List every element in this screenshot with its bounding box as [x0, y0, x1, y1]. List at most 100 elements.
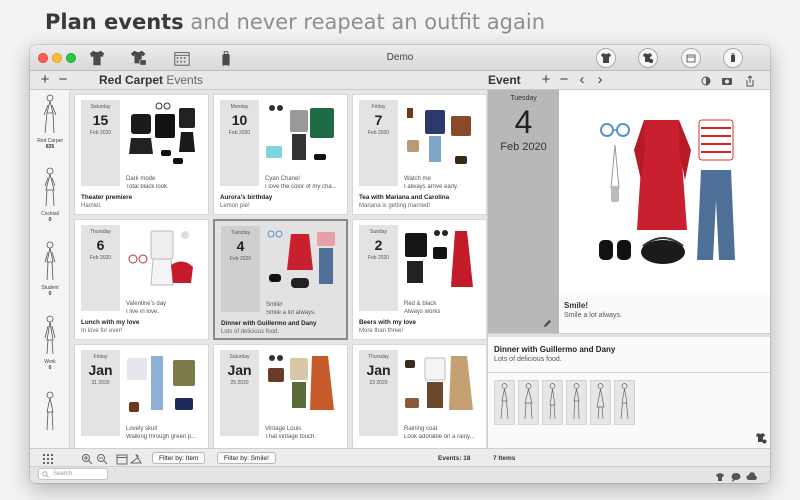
minimize-window-button[interactable]: [52, 53, 62, 63]
event-weekday: Thursday: [368, 354, 389, 360]
divider: [488, 333, 770, 337]
event-year: 2020: [239, 256, 252, 262]
event-date: Friday 7 Feb 2020: [359, 100, 398, 186]
outfit-thumbnail: [262, 100, 342, 170]
category-more[interactable]: [30, 390, 69, 435]
filter-by-item-button[interactable]: Filter by: Item: [152, 452, 206, 464]
event-day: 6: [96, 237, 105, 253]
event-weekday: Tuesday: [231, 230, 250, 236]
add-outfit-icon[interactable]: [755, 431, 767, 444]
event-note-text: I always arrive early.: [404, 184, 459, 190]
add-event-round-button[interactable]: [681, 48, 701, 68]
add-trip-round-button[interactable]: [723, 48, 743, 68]
figure-thumbnail[interactable]: [566, 380, 587, 425]
event-year: 2020: [99, 130, 112, 136]
add-button[interactable]: +: [38, 71, 52, 90]
tshirt-icon[interactable]: [86, 48, 108, 68]
event-card[interactable]: Saturday 15 Feb 2020 Dark mode Total black…: [74, 94, 209, 215]
detail-note-text: Smile a lot always.: [564, 312, 622, 319]
figure-thumbnail[interactable]: [590, 380, 611, 425]
figure-thumbnail[interactable]: [542, 380, 563, 425]
add-event-button[interactable]: +: [539, 71, 553, 90]
pencil-icon[interactable]: [543, 315, 552, 328]
items-count: 7 Items: [493, 455, 516, 462]
share-icon[interactable]: [744, 74, 756, 87]
event-month: Feb: [367, 130, 377, 136]
figure-thumbnail[interactable]: [614, 380, 635, 425]
event-weekday: Saturday: [90, 104, 111, 110]
event-note-title: Valentine's day: [126, 301, 167, 307]
event-title: Lunch with my love: [81, 319, 140, 326]
zoom-window-button[interactable]: [66, 53, 76, 63]
category-count: 0: [48, 291, 52, 297]
search-input[interactable]: Search: [38, 468, 108, 480]
event-note-text: I live in love.: [126, 309, 160, 315]
event-year: 2020: [98, 380, 110, 386]
close-window-button[interactable]: [38, 53, 48, 63]
outfit-thumbnail: [123, 225, 203, 295]
outfit-icon[interactable]: [128, 48, 150, 68]
event-card[interactable]: Thursday 6 Feb 2020 Valentine's day I live…: [74, 219, 209, 340]
event-note-title: Cyan Chanel: [265, 176, 300, 182]
event-day: 10: [231, 112, 248, 128]
category-count: 0: [48, 365, 52, 371]
outfit-thumbnail: [401, 350, 481, 420]
hanger-add-icon[interactable]: [714, 470, 726, 482]
previous-event-button[interactable]: ‹: [575, 71, 589, 90]
event-day: 7: [374, 112, 383, 128]
category-student[interactable]: Student 0: [30, 240, 69, 297]
figure-sketch-icon: [44, 241, 56, 281]
event-panel-title: Event: [488, 73, 521, 87]
category-cocktail[interactable]: Cocktail 0: [30, 166, 69, 223]
event-title: Beers with my love: [359, 319, 417, 326]
category-red-carpet[interactable]: Red Carpet 835: [30, 93, 69, 150]
filter-by-smile-button[interactable]: Filter by: Smile!: [217, 452, 276, 464]
event-weekday: Friday: [93, 354, 108, 360]
event-card[interactable]: Sunday 2 Feb 2020 Red & black Always works…: [352, 219, 487, 340]
calendar-icon[interactable]: [171, 48, 193, 68]
zoom-in-icon[interactable]: [81, 452, 93, 465]
event-card[interactable]: Thursday Jan 23 2020 Raining coat Look ado…: [352, 344, 487, 448]
grid-view-icon[interactable]: [42, 452, 54, 464]
figure-thumbnail[interactable]: [518, 380, 539, 425]
remove-event-button[interactable]: −: [557, 71, 571, 90]
event-card[interactable]: Friday 7 Feb 2020 Watch me I always arrive…: [352, 94, 487, 215]
hanger-icon[interactable]: [129, 452, 142, 464]
suitcase-icon[interactable]: [215, 48, 237, 68]
zoom-out-icon[interactable]: [96, 452, 108, 465]
calendar-view-icon[interactable]: [116, 452, 128, 465]
figure-thumbnail[interactable]: [494, 380, 515, 425]
event-note-title: Raining coat: [404, 426, 438, 432]
next-event-button[interactable]: ›: [593, 71, 607, 90]
event-card-selected[interactable]: Tuesday 4 Feb 2020 Smile! Smile a lot alwa…: [213, 219, 348, 340]
event-date: Thursday 6 Feb 2020: [81, 225, 120, 311]
event-card[interactable]: Saturday Jan 25 2020 Vintage Louis That vi…: [213, 344, 348, 448]
event-month-year: Feb 2020: [359, 255, 398, 261]
event-weekday: Friday: [371, 104, 386, 110]
toggle-view-icon[interactable]: [700, 74, 712, 86]
photo-icon[interactable]: [721, 74, 733, 86]
event-year: 2020: [377, 255, 390, 261]
cloud-icon[interactable]: [746, 470, 758, 482]
remove-button[interactable]: −: [56, 71, 70, 90]
section-title-bold: Red Carpet: [99, 73, 164, 87]
chat-icon[interactable]: [730, 470, 742, 482]
event-month: Feb: [229, 256, 239, 262]
figure-sketch-icon: [43, 94, 57, 134]
add-item-round-button[interactable]: [596, 48, 616, 68]
event-month: Feb: [228, 130, 238, 136]
event-note-text: Smile a lot always.: [266, 310, 316, 316]
detail-day: 4: [514, 104, 533, 140]
category-count: 0: [48, 217, 52, 223]
event-date: Saturday Jan 25 2020: [220, 350, 259, 436]
event-month-year: 31 2020: [81, 380, 120, 386]
events-count: Events: 18: [438, 455, 471, 462]
event-weekday: Sunday: [370, 229, 387, 235]
category-work[interactable]: Work 0: [30, 314, 69, 371]
event-month: Feb: [367, 255, 377, 261]
event-date: Monday 10 Feb 2020: [220, 100, 259, 186]
add-outfit-round-button[interactable]: [638, 48, 658, 68]
event-card[interactable]: Monday 10 Feb 2020 Cyan Chanel I love the …: [213, 94, 348, 215]
event-card[interactable]: Friday Jan 31 2020 Lovely skull Walking th…: [74, 344, 209, 448]
event-detail-panel: Tuesday 4 Feb 2020 Smile! Smile a lot al…: [487, 90, 770, 448]
